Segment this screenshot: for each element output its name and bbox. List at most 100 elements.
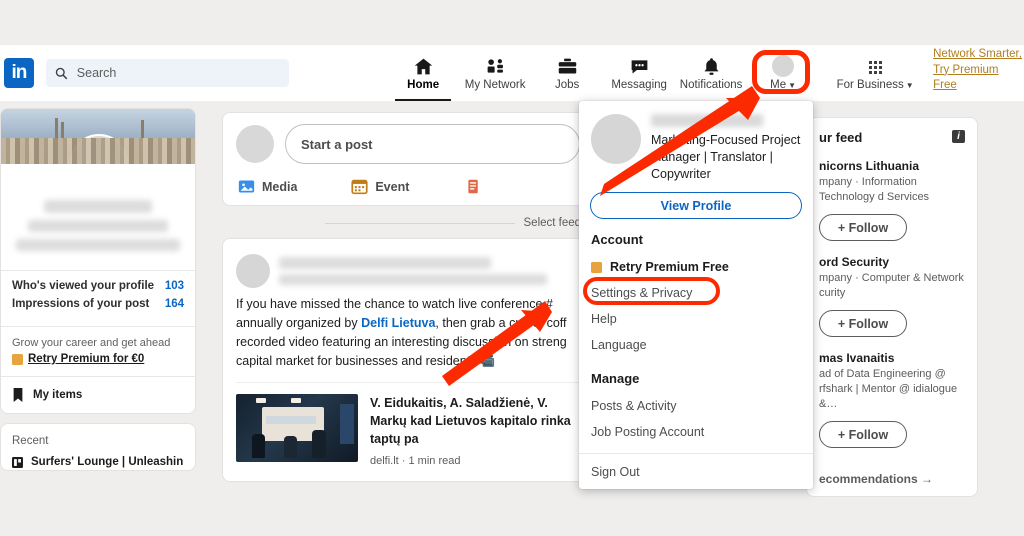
my-items-row[interactable]: My items <box>1 376 195 413</box>
menu-item-posts-activity[interactable]: Posts & Activity <box>591 393 801 419</box>
follow-button[interactable]: + Follow <box>819 421 907 448</box>
premium-line-1: Network Smarter, <box>933 48 1022 61</box>
premium-line-2: Try Premium Free <box>933 63 999 91</box>
promo-subtitle: Grow your career and get ahead <box>12 337 171 349</box>
right-sidebar: ur feed i nicorns Lithuania mpany · Info… <box>806 117 978 497</box>
post-line-3: recorded video featuring an interesting … <box>236 335 567 349</box>
nav-item-home[interactable]: Home <box>387 45 459 101</box>
nav-item-my-network[interactable]: My Network <box>459 45 531 101</box>
me-dropdown-menu: Marketing-Focused Project Manager | Tran… <box>579 101 813 489</box>
post-author-row[interactable] <box>236 250 580 292</box>
menu-item-language[interactable]: Language <box>591 332 801 358</box>
people-icon <box>485 56 506 77</box>
stat-label: Who's viewed your profile <box>12 280 155 292</box>
dropdown-avatar[interactable] <box>591 114 641 164</box>
composer-action-label: Media <box>262 179 298 194</box>
post-body-text: If you have missed the chance to watch l… <box>236 292 580 371</box>
stat-row-profile-views[interactable]: Who's viewed your profile 103 <box>12 280 184 292</box>
menu-item-retry-premium[interactable]: Retry Premium Free <box>591 254 801 280</box>
manage-section-title: Manage <box>591 371 640 386</box>
post-line-4: capital market for businesses and reside… <box>236 354 496 368</box>
avatar-icon <box>772 54 795 77</box>
menu-item-help[interactable]: Help <box>591 306 801 332</box>
post-article-preview[interactable]: V. Eidukaitis, A. Saladžienė, V. Markų k… <box>236 382 580 481</box>
nav-item-notifications[interactable]: Notifications <box>675 45 747 101</box>
composer-avatar[interactable] <box>236 125 274 163</box>
account-section-title: Account <box>591 232 643 247</box>
nav-label-my-network: My Network <box>464 78 526 91</box>
nav-label-jobs: Jobs <box>554 78 580 91</box>
recent-list-item[interactable]: Surfers' Lounge | Unleashin <box>12 456 184 468</box>
search-input[interactable]: Search <box>45 59 290 87</box>
nav-item-me[interactable]: Me ▼ <box>747 45 819 101</box>
try-premium-link[interactable]: Network Smarter, Try Premium Free <box>933 47 1024 93</box>
blurred-headline-2 <box>16 239 180 251</box>
dropdown-manage-section: Manage Posts & Activity Job Posting Acco… <box>579 358 813 445</box>
feed-post: If you have missed the chance to watch l… <box>222 238 594 482</box>
nav-right-section: For Business ▼ Network Smarter, Try Premi… <box>837 45 1024 101</box>
recent-title: Recent <box>12 435 49 447</box>
post-author-avatar[interactable] <box>236 254 270 288</box>
nav-label-messaging: Messaging <box>611 78 667 91</box>
retry-premium-link[interactable]: Retry Premium for €0 <box>12 353 184 365</box>
stat-value: 103 <box>164 280 184 292</box>
retry-premium-label: Retry Premium for €0 <box>28 353 145 365</box>
bookmark-icon <box>13 388 23 402</box>
nav-label-home: Home <box>407 78 440 91</box>
post-line-2: annually organized by Delfi Lietuva, the… <box>236 316 567 330</box>
divider <box>324 222 515 224</box>
group-icon <box>12 456 23 468</box>
suggestion-name[interactable]: ord Security <box>819 255 965 269</box>
stat-row-impressions[interactable]: Impressions of your post 164 <box>12 298 184 310</box>
dropdown-headline: Marketing-Focused Project Manager | Tran… <box>651 133 801 181</box>
search-icon <box>55 67 68 79</box>
feed-column: Start a post Media Event Select feed v I… <box>222 112 594 482</box>
suggestion-item: nicorns Lithuania mpany · Information Te… <box>819 159 965 241</box>
post-inline-link[interactable]: Delfi Lietuva <box>361 316 435 330</box>
gold-square-icon <box>12 353 23 365</box>
article-title: V. Eidukaitis, A. Saladžienė, V. Markų k… <box>370 396 571 446</box>
menu-item-sign-out[interactable]: Sign Out <box>579 454 813 485</box>
premium-promo[interactable]: Grow your career and get ahead Retry Pre… <box>1 326 195 376</box>
composer-actions: Media Event <box>236 173 580 198</box>
follow-button[interactable]: + Follow <box>819 310 907 337</box>
menu-item-job-posting-account[interactable]: Job Posting Account <box>591 419 801 445</box>
composer-action-media[interactable]: Media <box>238 178 351 195</box>
grid-icon <box>868 56 882 77</box>
menu-item-settings-privacy[interactable]: Settings & Privacy <box>591 280 801 306</box>
suggestion-name[interactable]: mas Ivanaitis <box>819 351 965 365</box>
follow-button[interactable]: + Follow <box>819 214 907 241</box>
post-composer: Start a post Media Event <box>222 112 594 206</box>
profile-identity <box>1 164 195 270</box>
composer-action-event[interactable]: Event <box>351 178 464 195</box>
article-thumbnail <box>236 394 358 462</box>
composer-top-row: Start a post <box>236 124 580 164</box>
nav-item-messaging[interactable]: Messaging <box>603 45 675 101</box>
menu-item-label: Help <box>591 312 617 326</box>
chevron-down-icon: ▼ <box>788 80 797 90</box>
message-icon <box>629 56 650 77</box>
card-header: ur feed i <box>819 130 965 145</box>
linkedin-logo-icon[interactable]: in <box>4 58 34 88</box>
info-icon[interactable]: i <box>952 130 965 143</box>
feed-selector[interactable]: Select feed v <box>222 217 594 229</box>
menu-item-label: Retry Premium Free <box>610 260 729 274</box>
profile-stats: Who's viewed your profile 103 Impression… <box>1 270 195 326</box>
profile-avatar[interactable] <box>70 134 128 164</box>
nav-label-notifications: Notifications <box>679 78 743 91</box>
recent-card: Recent Surfers' Lounge | Unleashin <box>0 423 196 471</box>
suggestion-name[interactable]: nicorns Lithuania <box>819 159 965 173</box>
composer-action-article[interactable] <box>465 178 578 195</box>
start-post-input[interactable]: Start a post <box>285 124 580 164</box>
view-profile-button[interactable]: View Profile <box>590 192 802 219</box>
stat-label: Impressions of your post <box>12 298 150 310</box>
nav-item-jobs[interactable]: Jobs <box>531 45 603 101</box>
bell-icon <box>701 56 722 77</box>
nav-item-for-business[interactable]: For Business ▼ <box>837 45 914 101</box>
view-recommendations-link[interactable]: ecommendations → <box>819 462 965 486</box>
post-line-1: If you have missed the chance to watch l… <box>236 297 553 311</box>
menu-item-label: Settings & Privacy <box>591 286 693 300</box>
briefcase-icon <box>557 56 578 77</box>
left-sidebar: Who's viewed your profile 103 Impression… <box>0 108 196 471</box>
menu-item-label: Posts & Activity <box>591 399 677 413</box>
